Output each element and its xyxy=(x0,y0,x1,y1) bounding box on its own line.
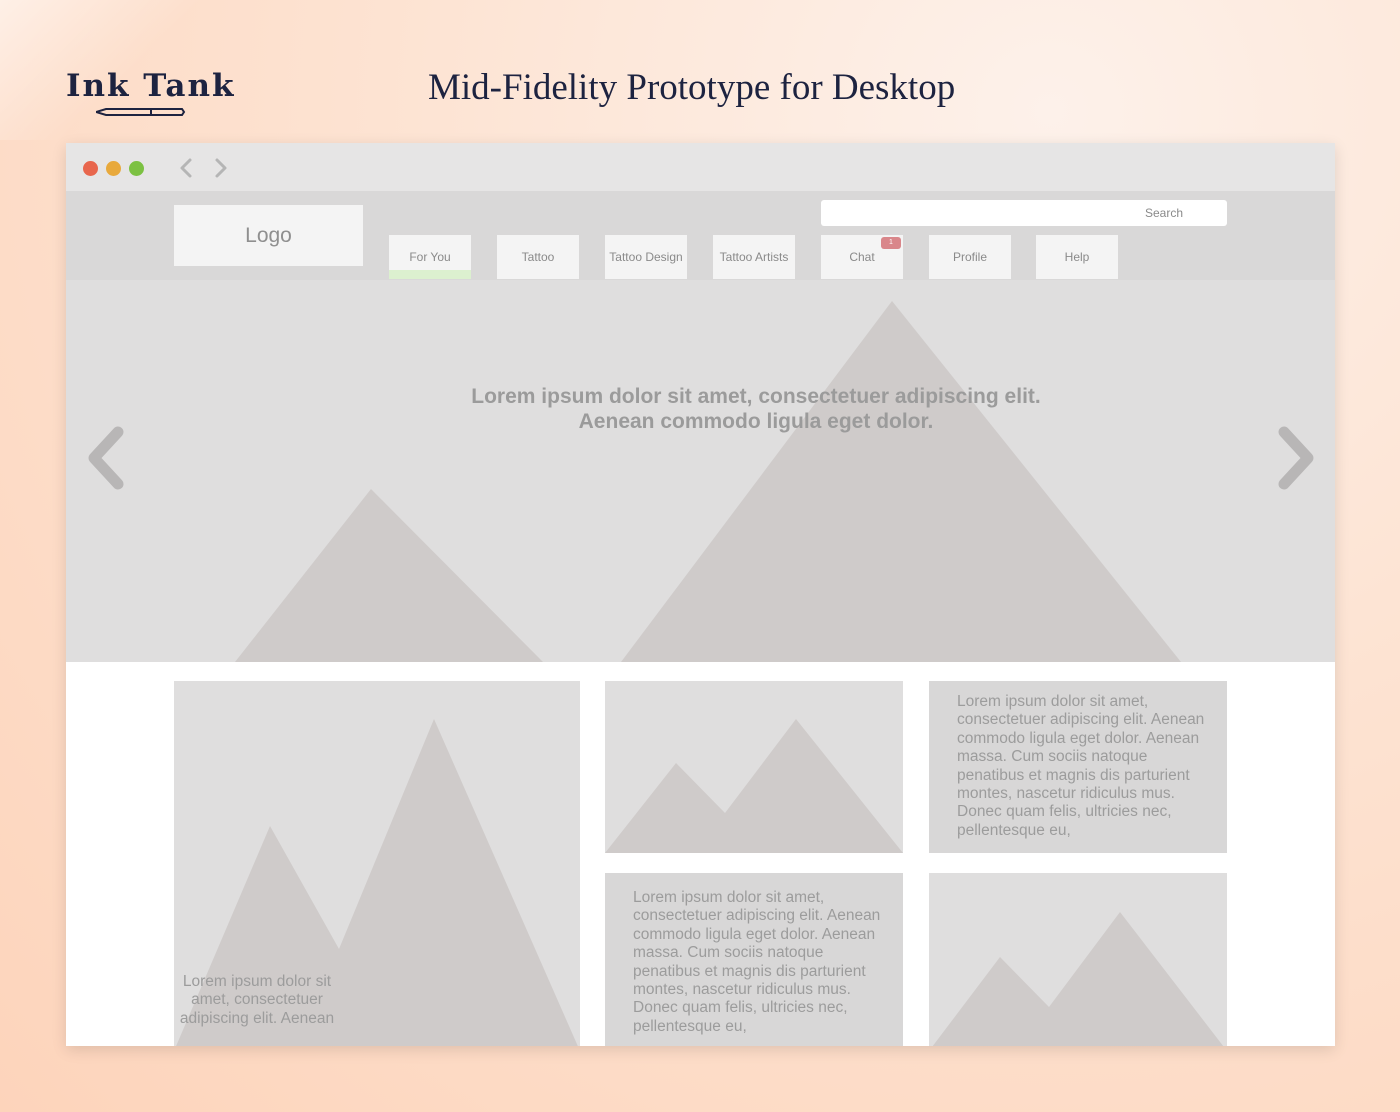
hero-image-placeholder xyxy=(235,301,1181,662)
carousel-prev-icon[interactable] xyxy=(86,426,126,490)
tab-chat-label: Chat xyxy=(849,250,875,264)
image-card-top-placeholder xyxy=(605,719,903,853)
text-card-bottom-body: Lorem ipsum dolor sit amet, consectetuer… xyxy=(633,889,881,1035)
minimize-window-button[interactable] xyxy=(106,161,121,176)
page-title: Mid-Fidelity Prototype for Desktop xyxy=(428,67,956,108)
hero-caption-line-1: Lorem ipsum dolor sit amet, consectetuer… xyxy=(471,385,1041,408)
tab-tattoo[interactable]: Tattoo xyxy=(497,235,579,279)
tab-help[interactable]: Help xyxy=(1036,235,1118,279)
browser-window: Logo Search For You Tattoo Tattoo Design… xyxy=(66,143,1335,1046)
site-logo[interactable]: Logo xyxy=(174,205,363,266)
pen-icon xyxy=(96,108,186,116)
search-placeholder: Search xyxy=(1144,206,1183,220)
browser-toolbar xyxy=(66,143,1335,191)
image-card-bottom-placeholder xyxy=(932,912,1224,1046)
back-arrow-icon[interactable] xyxy=(179,157,193,179)
tab-tattoo-design[interactable]: Tattoo Design xyxy=(605,235,687,279)
chat-notification-badge: 1 xyxy=(881,237,901,249)
image-card-bottom[interactable] xyxy=(929,873,1227,1046)
text-card-top[interactable]: Lorem ipsum dolor sit amet, consectetuer… xyxy=(929,681,1227,853)
hero-caption: Lorem ipsum dolor sit amet, consectetuer… xyxy=(66,384,1335,434)
tab-profile[interactable]: Profile xyxy=(929,235,1011,279)
tab-for-you[interactable]: For You xyxy=(389,235,471,279)
close-window-button[interactable] xyxy=(83,161,98,176)
carousel-next-icon[interactable] xyxy=(1276,426,1316,490)
site-header: Logo Search For You Tattoo Tattoo Design… xyxy=(66,191,1335,280)
zoom-window-button[interactable] xyxy=(129,161,144,176)
large-card-caption: Lorem ipsum dolor sit amet, consectetuer… xyxy=(179,973,335,1027)
tab-chat[interactable]: Chat 1 xyxy=(821,235,903,279)
hero-caption-line-2: Aenean commodo ligula eget dolor. xyxy=(578,410,934,433)
search-input[interactable]: Search xyxy=(821,200,1227,226)
text-card-bottom[interactable]: Lorem ipsum dolor sit amet, consectetuer… xyxy=(605,873,903,1046)
hero-carousel: Lorem ipsum dolor sit amet, consectetuer… xyxy=(66,280,1335,662)
brand-name: Ink Tank xyxy=(66,68,236,104)
tab-tattoo-artists[interactable]: Tattoo Artists xyxy=(713,235,795,279)
large-image-card[interactable]: Lorem ipsum dolor sit amet, consectetuer… xyxy=(174,681,580,1046)
image-card-top[interactable] xyxy=(605,681,903,853)
text-card-top-body: Lorem ipsum dolor sit amet, consectetuer… xyxy=(957,693,1205,839)
forward-arrow-icon[interactable] xyxy=(214,157,228,179)
brand-logo: Ink Tank xyxy=(66,68,236,116)
